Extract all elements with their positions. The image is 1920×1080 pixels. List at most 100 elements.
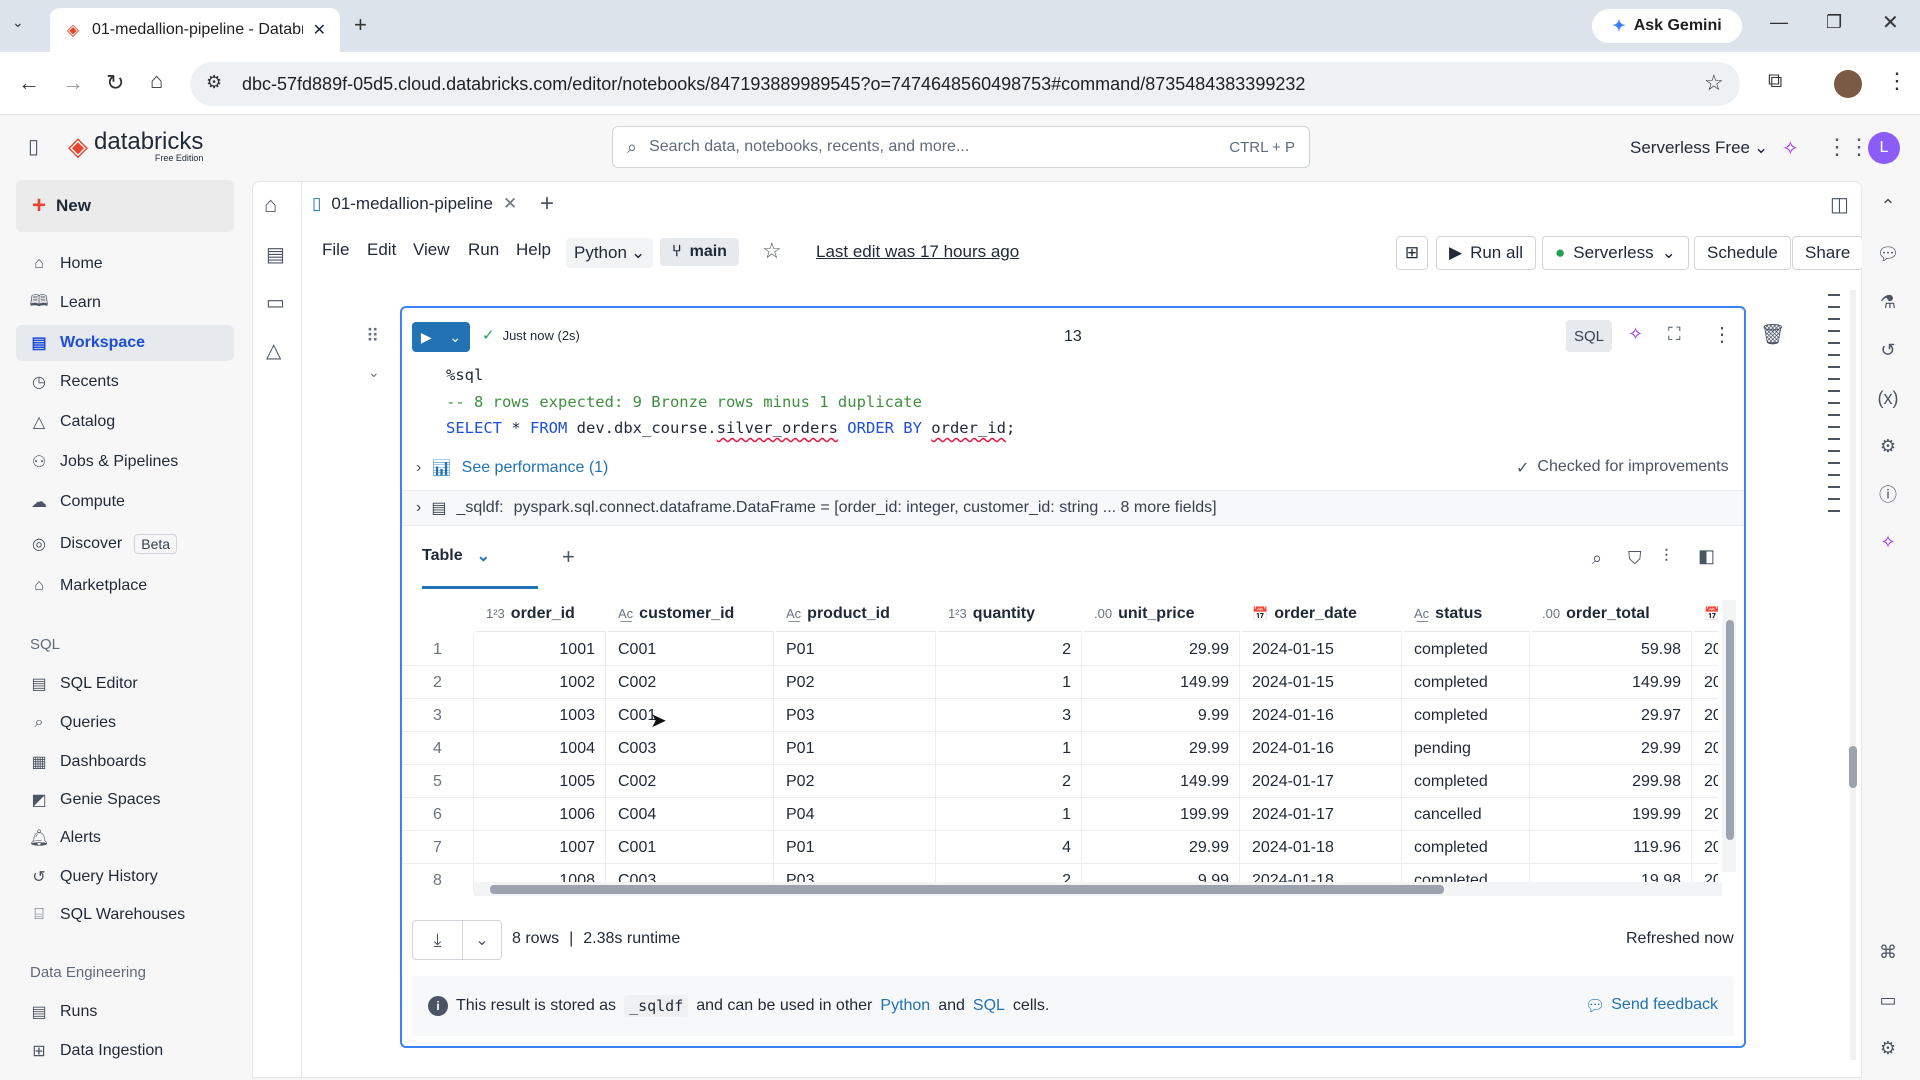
- column-header[interactable]: .00 unit_price: [1084, 596, 1240, 632]
- table-cell[interactable]: 4: [938, 831, 1082, 864]
- split-view-icon[interactable]: ◫: [1830, 192, 1849, 217]
- table-cell[interactable]: 199.99: [1532, 798, 1692, 831]
- table-cell[interactable]: 2024-01-15: [1242, 633, 1402, 666]
- table-cell[interactable]: 2024-01-16: [1242, 732, 1402, 765]
- notebook-scroll-thumb[interactable]: [1849, 746, 1857, 788]
- close-window-icon[interactable]: ✕: [1882, 10, 1899, 35]
- column-header[interactable]: 📅: [1694, 596, 1718, 632]
- table-cell[interactable]: 1: [938, 798, 1082, 831]
- table-row[interactable]: 1 1001 C001 P01 2 29.99 2024-01-15 completed 59.…: [402, 633, 1718, 666]
- table-cell[interactable]: P01: [776, 831, 936, 864]
- table-row[interactable]: 3 1003 C001 P03 3 9.99 2024-01-16 completed 29.9…: [402, 699, 1718, 732]
- code-line-3[interactable]: SELECT * FROM dev.dbx_course.silver_orde…: [446, 419, 1015, 437]
- browser-tab[interactable]: ◈ 01-medallion-pipeline - Databri ✕: [50, 8, 340, 52]
- table-cell[interactable]: 29.99: [1532, 732, 1692, 765]
- global-search[interactable]: ⌕ Search data, notebooks, recents, and m…: [612, 126, 1310, 168]
- info-icon[interactable]: ⓘ: [1874, 480, 1902, 508]
- table-cell[interactable]: completed: [1404, 666, 1530, 699]
- language-selector[interactable]: Python ⌄: [566, 238, 654, 268]
- minimize-icon[interactable]: —: [1770, 12, 1788, 33]
- table-row[interactable]: 7 1007 C001 P01 4 29.99 2024-01-18 completed 119…: [402, 831, 1718, 864]
- table-cell[interactable]: cancelled: [1404, 798, 1530, 831]
- table-cell[interactable]: 202: [1694, 666, 1718, 699]
- sidebar-item-learn[interactable]: 🕮 Learn: [16, 285, 234, 321]
- notebook-scrollbar[interactable]: [1850, 290, 1856, 1060]
- table-cell[interactable]: 119.96: [1532, 831, 1692, 864]
- table-cell[interactable]: 202: [1694, 798, 1718, 831]
- sidebar-item-home[interactable]: ⌂ Home: [16, 246, 234, 282]
- table-cell[interactable]: C002: [608, 666, 774, 699]
- experiments-icon[interactable]: ⚗: [1874, 288, 1902, 316]
- catalog-rail-icon[interactable]: △: [266, 338, 281, 363]
- table-cell[interactable]: 2024-01-18: [1242, 831, 1402, 864]
- close-tab-icon[interactable]: ✕: [313, 20, 326, 40]
- compute-selector[interactable]: Serverless Free ⌄: [1630, 138, 1768, 158]
- table-row[interactable]: 4 1004 C003 P01 1 29.99 2024-01-16 pending 29.99…: [402, 732, 1718, 765]
- collapse-cell-icon[interactable]: ⌄: [368, 364, 380, 381]
- schedule-button[interactable]: Schedule: [1694, 236, 1791, 270]
- table-cell[interactable]: P03: [776, 699, 936, 732]
- column-header[interactable]: A͟c product_id: [776, 596, 936, 632]
- table-cell[interactable]: 202: [1694, 633, 1718, 666]
- last-edit-link[interactable]: Last edit was 17 hours ago: [816, 242, 1019, 262]
- shortcuts-icon[interactable]: ⌘: [1874, 938, 1902, 966]
- sidebar-item-marketplace[interactable]: ⌂ Marketplace: [16, 568, 234, 604]
- table-cell[interactable]: C004: [608, 798, 774, 831]
- column-header[interactable]: 📅 order_date: [1242, 596, 1402, 632]
- dataframe-schema-row[interactable]: › ▤ _sqldf: pyspark.sql.connect.datafram…: [416, 498, 1217, 518]
- add-tab-icon[interactable]: +: [540, 190, 554, 218]
- table-cell[interactable]: 202: [1694, 699, 1718, 732]
- serverless-compute-button[interactable]: ● Serverless ⌄: [1542, 236, 1689, 270]
- table-cell[interactable]: C003: [608, 732, 774, 765]
- python-link[interactable]: Python: [880, 997, 930, 1015]
- table-cell[interactable]: P01: [776, 732, 936, 765]
- menu-edit[interactable]: Edit: [367, 240, 396, 260]
- table-cell[interactable]: C001: [608, 831, 774, 864]
- code-line-1[interactable]: %sql: [446, 366, 483, 384]
- environment-icon[interactable]: ⚙: [1874, 1034, 1902, 1062]
- column-header[interactable]: 1²3 quantity: [938, 596, 1082, 632]
- apps-grid-icon[interactable]: ⋮⋮: [1826, 134, 1870, 160]
- reload-icon[interactable]: ↻: [106, 70, 124, 96]
- table-horizontal-thumb[interactable]: [490, 885, 1444, 894]
- columns-icon[interactable]: ⫶: [1664, 546, 1669, 567]
- browser-menu-icon[interactable]: ⋮: [1886, 68, 1908, 94]
- table-cell[interactable]: 149.99: [1084, 765, 1240, 798]
- back-icon[interactable]: ←: [18, 70, 40, 96]
- table-cell[interactable]: 1001: [476, 633, 606, 666]
- new-button[interactable]: + New: [16, 180, 234, 232]
- git-branch-button[interactable]: ⑂ main: [660, 238, 739, 266]
- table-cell[interactable]: P02: [776, 765, 936, 798]
- cell-language-badge[interactable]: SQL: [1566, 320, 1612, 352]
- see-performance-row[interactable]: › 📊︎ See performance (1): [416, 458, 608, 478]
- table-cell[interactable]: C002: [608, 765, 774, 798]
- history-icon[interactable]: ↺: [1874, 336, 1902, 364]
- table-row[interactable]: 2 1002 C002 P02 1 149.99 2024-01-15 completed 14…: [402, 666, 1718, 699]
- table-cell[interactable]: P04: [776, 798, 936, 831]
- menu-run[interactable]: Run: [468, 240, 499, 260]
- table-cell[interactable]: 1: [938, 666, 1082, 699]
- column-header[interactable]: A͟c status: [1404, 596, 1530, 632]
- table-cell[interactable]: 1002: [476, 666, 606, 699]
- table-cell[interactable]: 29.99: [1084, 732, 1240, 765]
- table-cell[interactable]: 149.99: [1532, 666, 1692, 699]
- forward-icon[interactable]: →: [62, 70, 84, 96]
- run-all-button[interactable]: ▶ Run all: [1436, 236, 1536, 270]
- folder-icon[interactable]: ▭: [266, 290, 285, 315]
- sidebar-item-sql-editor[interactable]: ▤ SQL Editor: [16, 666, 234, 702]
- sidebar-item-recents[interactable]: ◷ Recents: [16, 364, 234, 400]
- sidebar-toggle-icon[interactable]: ▯: [28, 134, 39, 159]
- table-cell[interactable]: 3: [938, 699, 1082, 732]
- table-cell[interactable]: 1005: [476, 765, 606, 798]
- table-cell[interactable]: 29.99: [1084, 831, 1240, 864]
- delete-cell-icon[interactable]: 🗑︎: [1760, 322, 1785, 347]
- send-feedback-link[interactable]: 💬︎ Send feedback: [1585, 996, 1718, 1016]
- table-cell[interactable]: 202: [1694, 831, 1718, 864]
- table-cell[interactable]: 29.97: [1532, 699, 1692, 732]
- layout-icon[interactable]: ⊞: [1396, 236, 1428, 270]
- assistant-rail-icon[interactable]: ✧: [1874, 528, 1902, 556]
- extensions-icon[interactable]: ⧉: [1768, 70, 1782, 93]
- cell-menu-icon[interactable]: ⋮: [1712, 322, 1732, 347]
- assistant-icon[interactable]: ✧: [1782, 136, 1799, 161]
- menu-help[interactable]: Help: [516, 240, 551, 260]
